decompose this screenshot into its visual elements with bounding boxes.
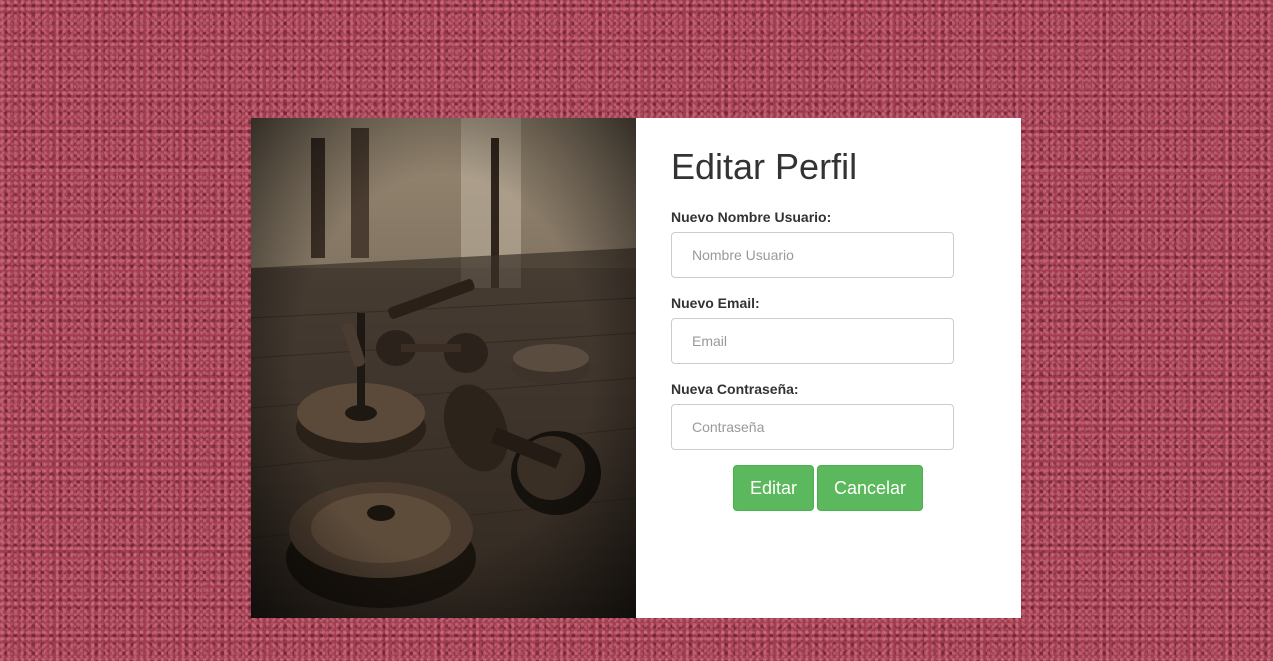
page-title: Editar Perfil — [671, 146, 858, 187]
email-label: Nuevo Email: — [671, 295, 760, 311]
password-label: Nueva Contraseña: — [671, 381, 799, 397]
edit-button[interactable]: Editar — [733, 465, 814, 511]
gym-weights-photo — [251, 118, 636, 618]
email-input[interactable] — [671, 318, 954, 364]
edit-profile-form: Editar Perfil Nuevo Nombre Usuario: Nuev… — [636, 118, 1021, 618]
username-input[interactable] — [671, 232, 954, 278]
username-label: Nuevo Nombre Usuario: — [671, 209, 832, 225]
cancel-button[interactable]: Cancelar — [817, 465, 923, 511]
edit-profile-card: Editar Perfil Nuevo Nombre Usuario: Nuev… — [251, 118, 1021, 618]
password-input[interactable] — [671, 404, 954, 450]
